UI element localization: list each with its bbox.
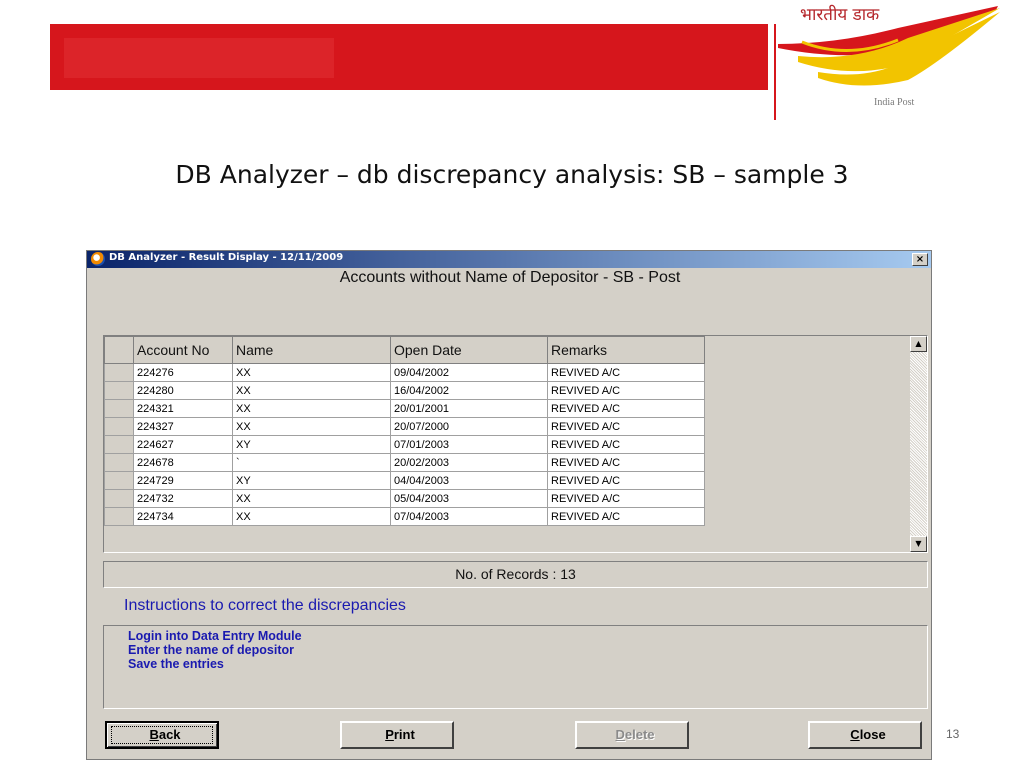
table-row[interactable]: 224321 XX 20/01/2001 REVIVED A/C [104, 399, 705, 418]
cell-name[interactable]: ` [232, 453, 391, 472]
instructions-title: Instructions to correct the discrepancie… [124, 597, 406, 614]
cell-open-date[interactable]: 20/07/2000 [390, 417, 548, 436]
cell-account-no[interactable]: 224327 [133, 417, 233, 436]
results-table: Account No Name Open Date Remarks 224276… [104, 336, 705, 526]
logo-english-text: India Post [874, 97, 915, 108]
page-number: 13 [946, 727, 960, 741]
table-row[interactable]: 224729 XY 04/04/2003 REVIVED A/C [104, 471, 705, 490]
logo-hindi-text: भारतीय डाक [800, 5, 880, 25]
close-button-label: Close [850, 727, 886, 742]
print-button-label: Print [385, 727, 415, 742]
close-button[interactable]: Close [808, 721, 922, 749]
cell-account-no[interactable]: 224321 [133, 399, 233, 418]
table-row[interactable]: 224732 XX 05/04/2003 REVIVED A/C [104, 489, 705, 508]
cell-remarks[interactable]: REVIVED A/C [547, 507, 705, 526]
cell-open-date[interactable]: 20/02/2003 [390, 453, 548, 472]
cell-remarks[interactable]: REVIVED A/C [547, 453, 705, 472]
cell-account-no[interactable]: 224732 [133, 489, 233, 508]
instruction-line: Enter the name of depositor [128, 643, 294, 657]
app-icon [91, 252, 105, 266]
cell-open-date[interactable]: 07/01/2003 [390, 435, 548, 454]
cell-open-date[interactable]: 20/01/2001 [390, 399, 548, 418]
cell-name[interactable]: XY [232, 471, 391, 490]
cell-open-date[interactable]: 05/04/2003 [390, 489, 548, 508]
table-row[interactable]: 224280 XX 16/04/2002 REVIVED A/C [104, 381, 705, 400]
table-row[interactable]: 224327 XX 20/07/2000 REVIVED A/C [104, 417, 705, 436]
back-button-label: Back [149, 727, 181, 742]
row-selector[interactable] [104, 489, 134, 508]
window-title: DB Analyzer - Result Display - 12/11/200… [109, 252, 344, 263]
row-selector[interactable] [104, 363, 134, 382]
banner-watermark [64, 38, 334, 78]
column-header-open-date[interactable]: Open Date [390, 336, 548, 364]
window-close-button[interactable]: × [912, 253, 928, 266]
cell-name[interactable]: XX [232, 489, 391, 508]
table-row[interactable]: 224627 XY 07/01/2003 REVIVED A/C [104, 435, 705, 454]
cell-remarks[interactable]: REVIVED A/C [547, 435, 705, 454]
cell-name[interactable]: XX [232, 507, 391, 526]
row-selector[interactable] [104, 399, 134, 418]
cell-account-no[interactable]: 224280 [133, 381, 233, 400]
row-selector[interactable] [104, 435, 134, 454]
vertical-scrollbar[interactable]: ▲ ▼ [910, 336, 927, 552]
row-selector[interactable] [104, 417, 134, 436]
row-selector[interactable] [104, 507, 134, 526]
cell-name[interactable]: XY [232, 435, 391, 454]
cell-open-date[interactable]: 16/04/2002 [390, 381, 548, 400]
delete-button-label: Delete [615, 727, 655, 742]
cell-open-date[interactable]: 09/04/2002 [390, 363, 548, 382]
cell-account-no[interactable]: 224678 [133, 453, 233, 472]
cell-open-date[interactable]: 07/04/2003 [390, 507, 548, 526]
column-header-name[interactable]: Name [232, 336, 391, 364]
column-header-account-no[interactable]: Account No [133, 336, 233, 364]
back-button[interactable]: Back [105, 721, 219, 749]
row-selector[interactable] [104, 453, 134, 472]
cell-remarks[interactable]: REVIVED A/C [547, 363, 705, 382]
window-titlebar[interactable]: DB Analyzer - Result Display - 12/11/200… [87, 251, 931, 268]
column-header-remarks[interactable]: Remarks [547, 336, 705, 364]
scroll-down-arrow-icon[interactable]: ▼ [910, 536, 927, 552]
table-row[interactable]: 224734 XX 07/04/2003 REVIVED A/C [104, 507, 705, 526]
records-count: No. of Records : 13 [103, 561, 928, 588]
cell-remarks[interactable]: REVIVED A/C [547, 471, 705, 490]
result-display-window: DB Analyzer - Result Display - 12/11/200… [86, 250, 932, 760]
cell-account-no[interactable]: 224276 [133, 363, 233, 382]
cell-name[interactable]: XX [232, 381, 391, 400]
scroll-up-arrow-icon[interactable]: ▲ [910, 336, 927, 352]
row-selector-header [104, 336, 134, 364]
cell-name[interactable]: XX [232, 363, 391, 382]
cell-remarks[interactable]: REVIVED A/C [547, 399, 705, 418]
cell-name[interactable]: XX [232, 417, 391, 436]
cell-remarks[interactable]: REVIVED A/C [547, 489, 705, 508]
cell-account-no[interactable]: 224729 [133, 471, 233, 490]
row-selector[interactable] [104, 381, 134, 400]
report-title: Accounts without Name of Depositor - SB … [339, 269, 681, 286]
cell-account-no[interactable]: 224734 [133, 507, 233, 526]
row-selector[interactable] [104, 471, 134, 490]
table-header-row: Account No Name Open Date Remarks [104, 336, 705, 364]
cell-open-date[interactable]: 04/04/2003 [390, 471, 548, 490]
cell-account-no[interactable]: 224627 [133, 435, 233, 454]
delete-button[interactable]: Delete [575, 721, 689, 749]
instructions-box: Login into Data Entry Module Enter the n… [103, 625, 928, 709]
cell-name[interactable]: XX [232, 399, 391, 418]
instruction-line: Save the entries [128, 657, 224, 671]
scroll-thumb[interactable] [910, 520, 927, 536]
slide-title: DB Analyzer – db discrepancy analysis: S… [175, 160, 849, 189]
cell-remarks[interactable]: REVIVED A/C [547, 381, 705, 400]
instruction-line: Login into Data Entry Module [128, 629, 302, 643]
cell-remarks[interactable]: REVIVED A/C [547, 417, 705, 436]
table-row[interactable]: 224678 ` 20/02/2003 REVIVED A/C [104, 453, 705, 472]
table-row[interactable]: 224276 XX 09/04/2002 REVIVED A/C [104, 363, 705, 382]
print-button[interactable]: Print [340, 721, 454, 749]
results-grid[interactable]: Account No Name Open Date Remarks 224276… [103, 335, 928, 553]
